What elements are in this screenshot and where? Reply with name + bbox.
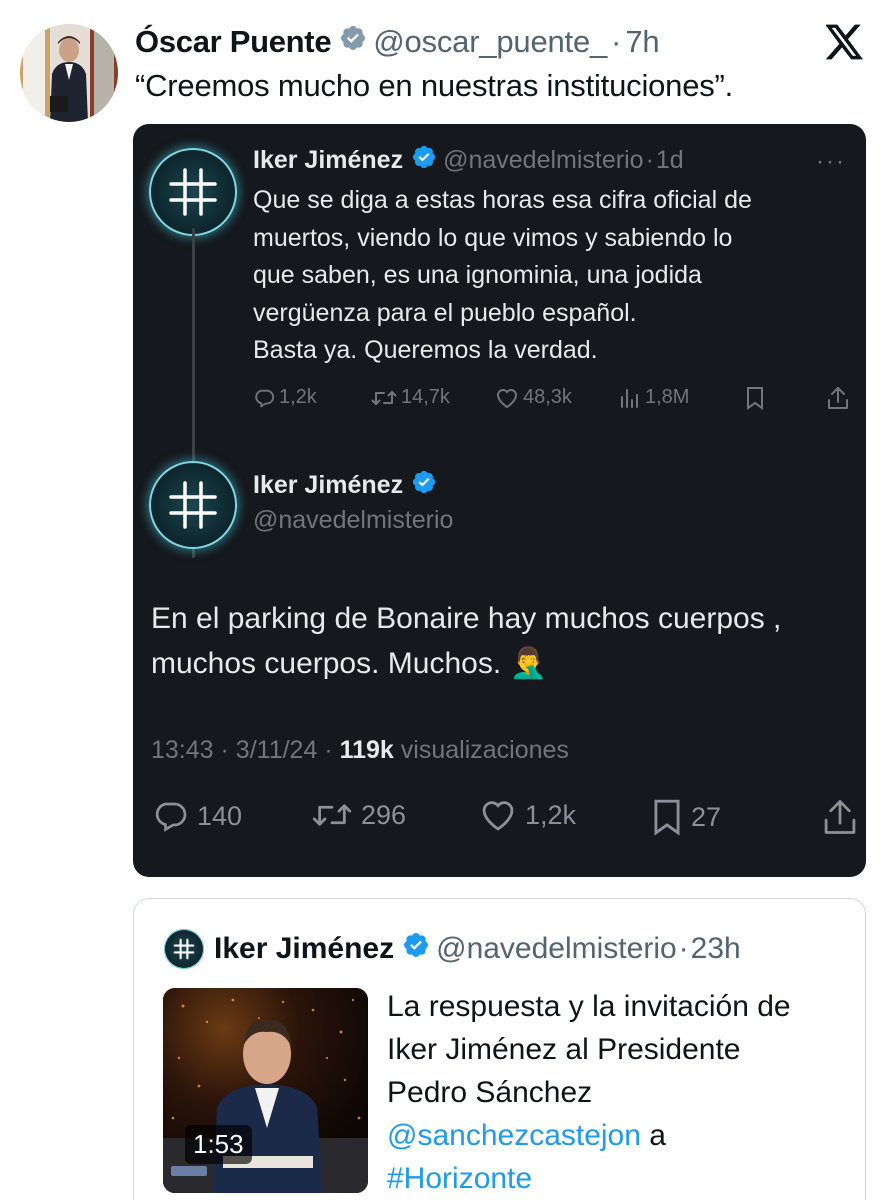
like-count: 1,2k [525,799,577,830]
share-icon [824,800,856,834]
author-name[interactable]: Óscar Puente [135,24,332,60]
bookmark-button[interactable] [745,386,765,410]
like-icon [496,388,518,408]
bookmark-count: 27 [691,801,722,832]
reply-icon [155,802,187,832]
bookmark-icon [654,799,680,836]
views-button[interactable]: 1,8M [619,386,689,409]
thread-second-actions: 140 296 1,2k 27 [151,798,856,842]
reply-button[interactable]: 1,2k [253,386,317,409]
bookmark-button[interactable]: 27 [651,798,721,836]
text-line: La respuesta y la invitación de [387,990,791,1023]
views-icon [621,388,638,408]
verified-badge-icon [411,144,437,177]
views-count: 1,8M [645,386,690,408]
top-tweet-header: Óscar Puente @oscar_puente_ · 7h [135,22,660,62]
text-line: vergüenza para el pueblo español. [253,298,637,327]
repost-count: 296 [361,799,407,830]
thread-first-handle[interactable]: @navedelmisterio [443,146,643,175]
text-line: Iker Jiménez al Presidente [387,1033,741,1066]
repost-icon [312,804,352,826]
thread-second-header: Iker Jiménez [253,469,437,502]
text-line: Basta ya. Queremos la verdad. [253,336,598,364]
quoted-avatar[interactable] [164,929,204,969]
hash-logo-icon [169,168,217,216]
text-line: Que se diga a estas horas esa cifra ofic… [253,186,752,214]
mention-suffix: a [640,1119,666,1152]
video-duration: 1:53 [185,1125,252,1164]
share-button[interactable] [823,798,857,836]
hashtag-link[interactable]: #Horizonte [387,1162,532,1195]
separator: · [645,145,654,174]
thread-first-time[interactable]: 1d [656,146,684,175]
separator: · [678,932,689,965]
reply-button[interactable]: 140 [151,798,242,834]
post-time[interactable]: 13:43 [151,736,214,764]
like-button[interactable]: 48,3k [495,386,572,409]
thread-avatar-first[interactable] [149,148,237,236]
text-line: En el parking de Bonaire hay muchos cuer… [151,602,782,635]
thread-avatar-second[interactable] [149,461,237,549]
thread-second-handle[interactable]: @navedelmisterio [253,506,453,535]
thread-first-name[interactable]: Iker Jiménez [253,146,403,175]
quoted-time[interactable]: 23h [691,932,741,966]
repost-icon [371,390,397,405]
facepalm-emoji: 🤦‍♂️ [509,647,547,680]
reply-icon [255,389,275,408]
separator: · [324,736,333,764]
views-label: visualizaciones [400,736,569,764]
quoted-header: Iker Jiménez @navedelmisterio · 23h [214,929,741,969]
thread-first-text: Que se diga a estas horas esa cifra ofic… [253,182,853,370]
more-icon[interactable]: ··· [816,148,846,176]
share-icon [828,387,848,409]
repost-button[interactable]: 296 [311,798,406,832]
reply-count: 140 [197,800,243,831]
verified-badge-icon [411,469,437,502]
like-button[interactable]: 1,2k [479,798,576,832]
quoted-handle[interactable]: @navedelmisterio [436,932,677,966]
like-icon [482,801,514,831]
author-avatar-image [20,24,118,122]
bookmark-icon [747,387,763,410]
thread-first-actions: 1,2k 14,7k 48,3k 1,8M [253,386,853,418]
text-line: muertos, viendo lo que vimos y sabiendo … [253,223,733,252]
verified-badge-icon [402,931,430,967]
verified-badge-icon [339,24,367,60]
text-line-with-emoji: muchos cuerpos. Muchos. 🤦‍♂️ [151,641,851,686]
hash-logo-icon [173,938,195,960]
quoted-tweet-card[interactable]: Iker Jiménez @navedelmisterio · 23h 1:53… [133,898,866,1200]
share-button[interactable] [827,386,849,410]
quoted-name[interactable]: Iker Jiménez [214,932,394,966]
tweet-time[interactable]: 7h [625,24,659,60]
post-date[interactable]: 3/11/24 [236,736,318,764]
repost-count: 14,7k [401,386,450,408]
text-line: que saben, es una ignominia, una jodida [253,261,702,289]
quoted-text: La respuesta y la invitación de Iker Jim… [387,985,847,1200]
thread-second-meta: 13:43 · 3/11/24 · 119k visualizaciones [151,736,569,765]
hashtag-line: #Horizonte [387,1157,847,1200]
like-count: 48,3k [523,386,572,408]
author-avatar[interactable] [20,24,118,122]
reply-count: 1,2k [279,386,317,408]
thread-first-header: Iker Jiménez @navedelmisterio · 1d [253,142,684,178]
mention-line: @sanchezcastejon a [387,1114,847,1157]
embedded-thread-card[interactable]: Iker Jiménez @navedelmisterio · 1d ··· Q… [133,124,866,877]
text-line: Pedro Sánchez [387,1076,593,1109]
x-logo-icon[interactable] [825,24,864,60]
separator: · [611,24,622,59]
video-thumbnail[interactable]: 1:53 [163,988,368,1193]
mention-link[interactable]: @sanchezcastejon [387,1119,641,1152]
separator: · [220,736,229,764]
thread-second-name[interactable]: Iker Jiménez [253,471,403,500]
text-line: muchos cuerpos. Muchos. [151,647,502,680]
thread-second-text: En el parking de Bonaire hay muchos cuer… [151,596,851,686]
hash-logo-icon [169,481,217,529]
top-tweet-text: “Creemos mucho en nuestras instituciones… [135,68,734,103]
author-handle[interactable]: @oscar_puente_ [373,24,607,60]
views-total: 119k [339,736,394,764]
repost-button[interactable]: 14,7k [371,386,450,409]
